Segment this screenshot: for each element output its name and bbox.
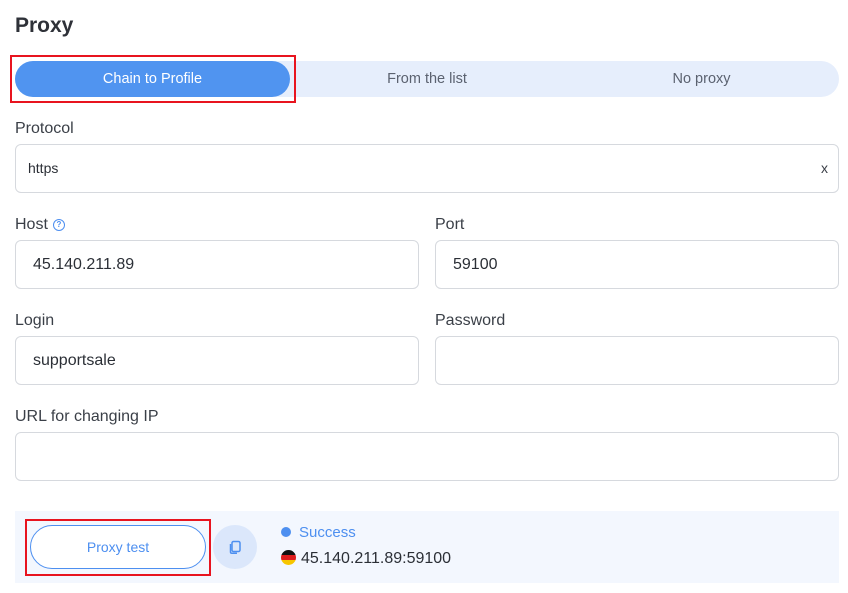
host-input[interactable]: 45.140.211.89 [15,240,419,289]
change-ip-url-input[interactable] [15,432,839,481]
proxy-address-text: 45.140.211.89:59100 [301,550,452,567]
port-value: 59100 [453,256,498,273]
page-title: Proxy [15,14,74,37]
tab-chain-to-profile[interactable]: Chain to Profile [15,61,290,97]
login-value: supportsale [33,352,116,369]
host-label-text: Host [15,216,48,233]
change-ip-url-label: URL for changing IP [15,408,159,425]
proxy-address: 45.140.211.89:59100 [281,549,451,569]
protocol-value: https [28,160,59,176]
clear-icon[interactable]: x [821,145,828,192]
login-label: Login [15,312,55,329]
tab-from-the-list[interactable]: From the list [290,61,564,97]
protocol-label: Protocol [15,120,74,137]
tab-no-proxy[interactable]: No proxy [564,61,839,97]
status-badge: Success [281,524,356,541]
status-dot-icon [281,527,291,537]
protocol-select[interactable]: https x [15,144,839,193]
proxy-test-button[interactable]: Proxy test [30,525,206,569]
password-input[interactable] [435,336,839,385]
password-label: Password [435,312,506,329]
port-label: Port [435,216,465,233]
copy-icon [229,540,241,555]
host-label: Host? [15,216,65,234]
status-text: Success [299,524,356,541]
germany-flag-icon [281,550,296,565]
port-input[interactable]: 59100 [435,240,839,289]
login-input[interactable]: supportsale [15,336,419,385]
question-circle-icon[interactable]: ? [52,219,65,231]
proxy-mode-switch: Chain to Profile From the list No proxy [15,61,839,97]
copy-button[interactable] [213,525,257,569]
host-value: 45.140.211.89 [33,256,135,273]
